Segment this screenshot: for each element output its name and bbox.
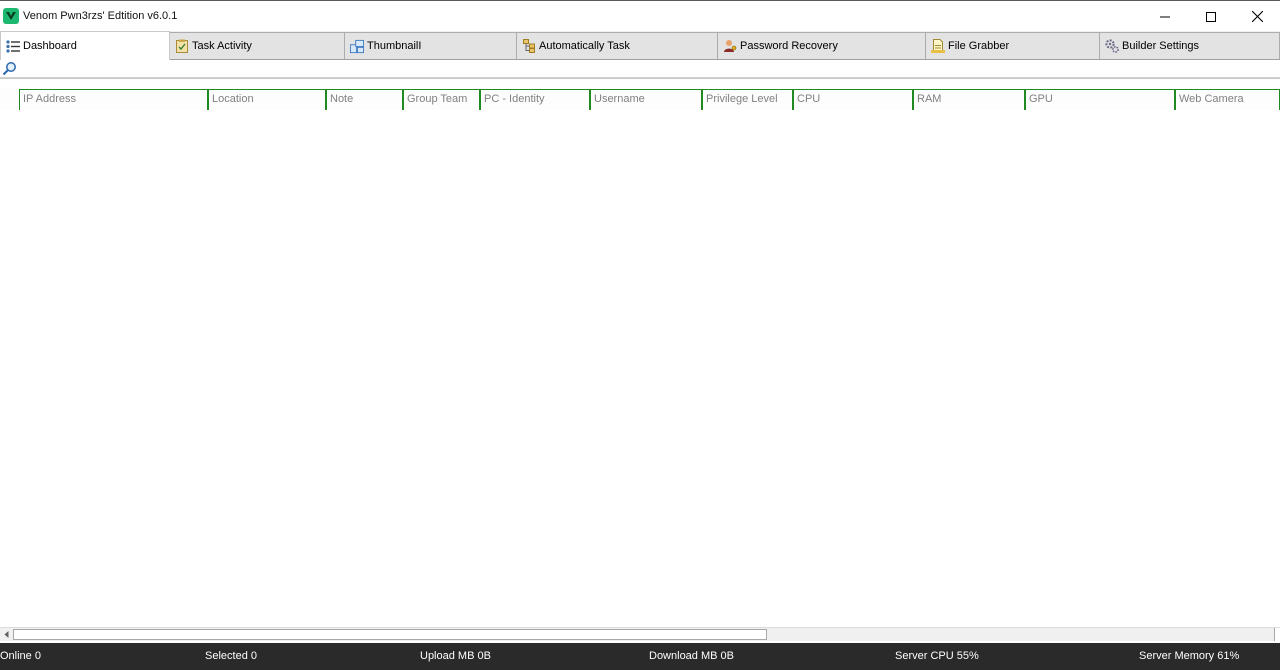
tab-label: File Grabber <box>948 40 1010 52</box>
minimize-button[interactable] <box>1142 1 1188 32</box>
tab-thumbnail[interactable]: ThumbnailI <box>344 32 517 59</box>
column-location[interactable]: Location <box>208 89 326 110</box>
close-icon <box>1251 11 1263 22</box>
column-web-camera[interactable]: Web Camera <box>1175 89 1280 110</box>
status-server-cpu: Server CPU 55% <box>895 650 979 662</box>
search-icon[interactable] <box>2 61 17 76</box>
tab-label: Builder Settings <box>1122 40 1200 52</box>
column-ip-address[interactable]: IP Address <box>19 89 208 110</box>
file-icon <box>931 39 945 53</box>
list-icon <box>6 39 20 53</box>
status-upload: Upload MB 0B <box>420 650 491 662</box>
tab-label: Automatically Task <box>539 40 630 52</box>
status-download: Download MB 0B <box>649 650 734 662</box>
status-selected: Selected 0 <box>205 650 257 662</box>
search-row <box>0 60 1280 78</box>
tab-label: Task Activity <box>192 40 252 52</box>
venom-logo-icon <box>3 8 19 24</box>
scroll-left-button[interactable] <box>0 628 13 641</box>
clipboard-icon <box>175 39 189 53</box>
maximize-button[interactable] <box>1188 1 1234 32</box>
tab-task-activity[interactable]: Task Activity <box>169 32 345 59</box>
minimize-icon <box>1160 16 1170 17</box>
column-group-team[interactable]: Group Team <box>403 89 480 110</box>
column-privilege-level[interactable]: Privilege Level <box>702 89 793 110</box>
tab-password-recovery[interactable]: Password Recovery <box>717 32 926 59</box>
list-header: IP Address Location Note Group Team PC -… <box>0 89 1280 110</box>
tab-builder-settings[interactable]: Builder Settings <box>1099 32 1280 59</box>
status-bar: Online 0 Selected 0 Upload MB 0B Downloa… <box>0 643 1280 670</box>
header-stub <box>0 89 19 110</box>
maximize-icon <box>1206 11 1216 22</box>
column-cpu[interactable]: CPU <box>793 89 913 110</box>
window-controls <box>1142 1 1280 32</box>
title-bar[interactable]: Venom Pwn3rzs' Edtition v6.0.1 <box>0 0 1280 31</box>
column-note[interactable]: Note <box>326 89 403 110</box>
tab-label: ThumbnailI <box>367 40 422 52</box>
chevron-left-icon <box>4 631 9 638</box>
scroll-right-button[interactable] <box>1274 628 1280 641</box>
thumbnail-icon <box>350 39 364 53</box>
tree-icon <box>522 39 536 53</box>
tab-label: Password Recovery <box>740 40 838 52</box>
column-username[interactable]: Username <box>590 89 702 110</box>
window-title: Venom Pwn3rzs' Edtition v6.0.1 <box>23 10 178 22</box>
status-server-memory: Server Memory 61% <box>1139 650 1240 662</box>
tab-label: Dashboard <box>23 40 77 52</box>
tab-automatically-task[interactable]: Automatically Task <box>516 32 718 59</box>
user-key-icon <box>723 39 737 53</box>
client-list[interactable]: IP Address Location Note Group Team PC -… <box>0 78 1280 626</box>
app-window: Venom Pwn3rzs' Edtition v6.0.1 Dashboard <box>0 0 1280 670</box>
tab-file-grabber[interactable]: File Grabber <box>925 32 1100 59</box>
gears-icon <box>1105 39 1119 53</box>
close-button[interactable] <box>1234 1 1280 32</box>
status-online: Online 0 <box>0 650 41 662</box>
tab-dashboard[interactable]: Dashboard <box>0 31 170 60</box>
column-gpu[interactable]: GPU <box>1025 89 1175 110</box>
horizontal-scrollbar[interactable] <box>0 627 1280 641</box>
column-ram[interactable]: RAM <box>913 89 1025 110</box>
scroll-thumb[interactable] <box>13 629 767 640</box>
column-pc-identity[interactable]: PC - Identity <box>480 89 590 110</box>
tab-strip: Dashboard Task Activity ThumbnailI Autom… <box>0 31 1280 60</box>
